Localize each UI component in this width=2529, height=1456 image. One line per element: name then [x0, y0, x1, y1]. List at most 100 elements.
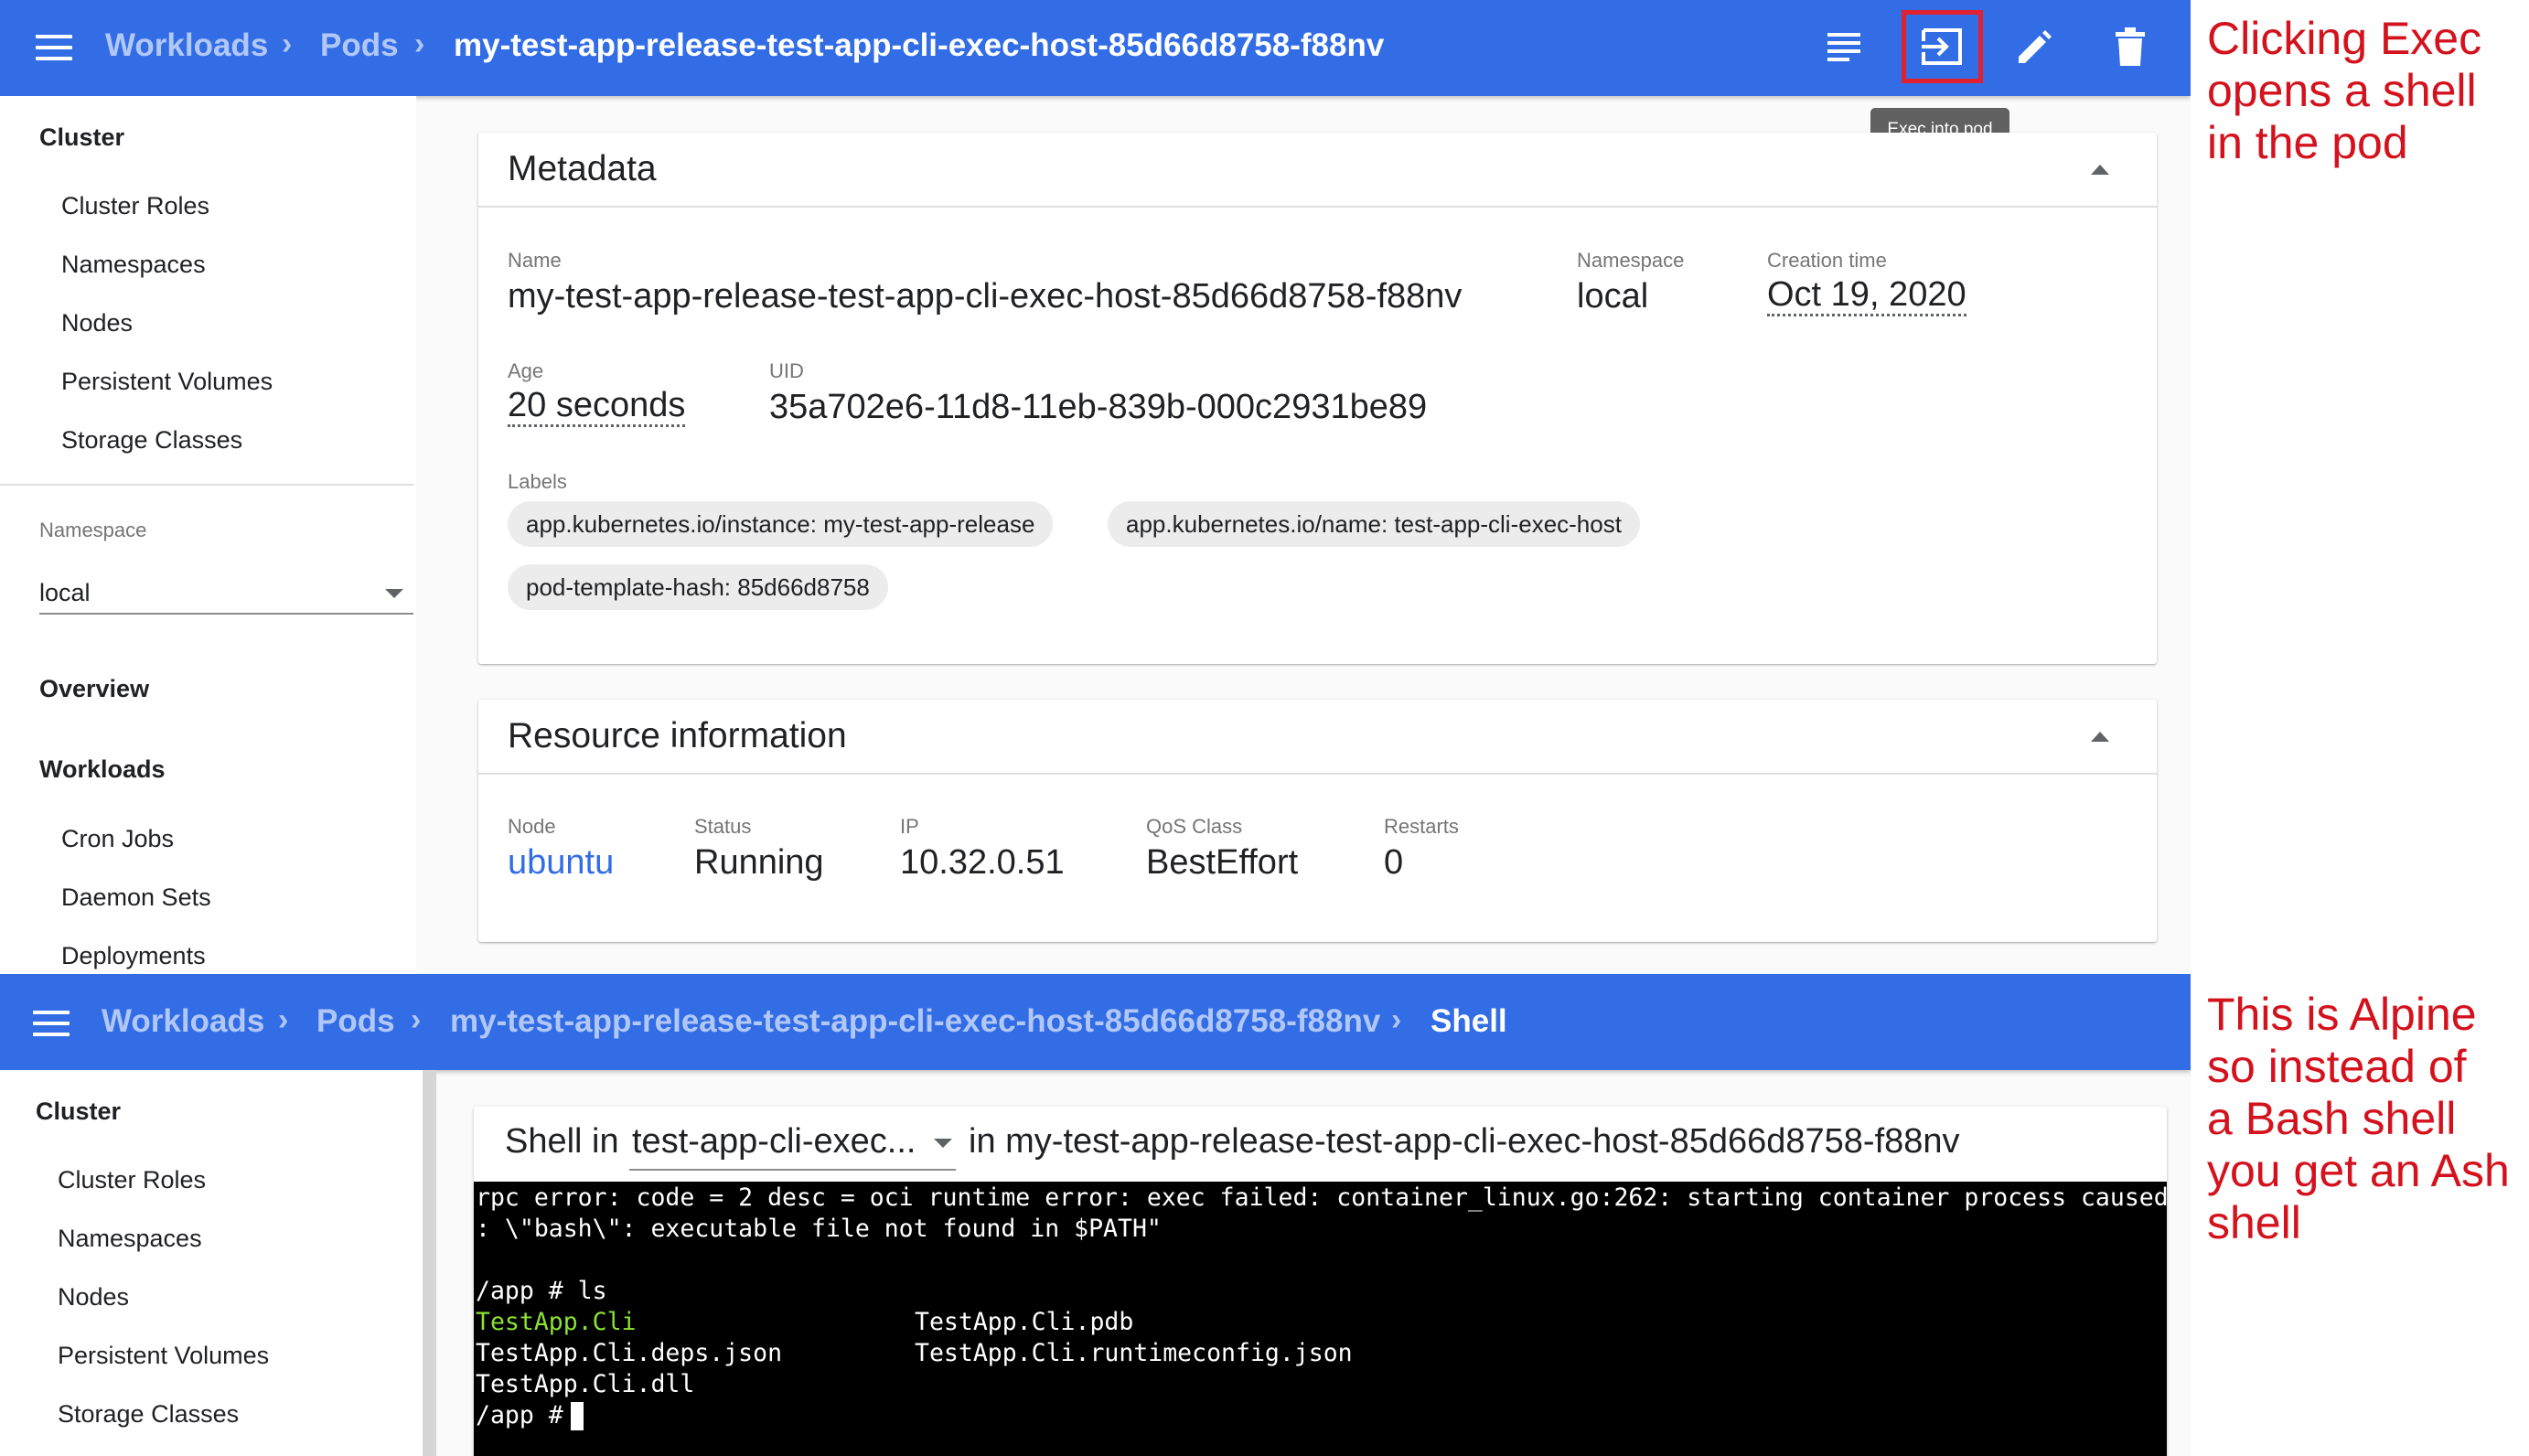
sidebar-heading-workloads[interactable]: Workloads — [39, 755, 166, 784]
annotation-top: Clicking Exec opens a shell in the pod — [2207, 13, 2481, 169]
sidebar-item-storage-classes[interactable]: Storage Classes — [61, 426, 242, 455]
terminal-error-line: rpc error: code = 2 desc = oci runtime e… — [476, 1183, 2167, 1212]
creation-time-label: Creation time — [1767, 249, 1887, 272]
terminal-file: TestApp.Cli.pdb — [915, 1308, 1134, 1336]
terminal-prompt: /app # — [476, 1401, 578, 1429]
breadcrumb-pods[interactable]: Pods — [316, 1003, 395, 1040]
sidebar-item-persistent-volumes[interactable]: Persistent Volumes — [61, 368, 273, 396]
shell-title-suffix: in my-test-app-release-test-app-cli-exec… — [969, 1122, 1960, 1161]
dropdown-arrow-icon — [385, 589, 403, 598]
terminal[interactable]: rpc error: code = 2 desc = oci runtime e… — [474, 1182, 2167, 1456]
restarts-label: Restarts — [1384, 815, 1459, 838]
exec-highlight-box — [1902, 10, 1983, 83]
sidebar-heading-cluster[interactable]: Cluster — [39, 123, 124, 152]
sidebar-item-storage-classes[interactable]: Storage Classes — [58, 1400, 239, 1429]
delete-icon[interactable] — [2116, 27, 2145, 66]
terminal-file: TestApp.Cli.deps.json — [476, 1339, 783, 1367]
namespace-selector[interactable]: local — [39, 567, 413, 615]
label-chip: app.kubernetes.io/name: test-app-cli-exe… — [1108, 501, 1640, 547]
ip-value: 10.32.0.51 — [900, 843, 1065, 882]
annotation-line: opens a shell — [2207, 65, 2477, 116]
metadata-card: Metadata Name my-test-app-release-test-a… — [478, 133, 2157, 664]
sidebar-heading-cluster[interactable]: Cluster — [36, 1097, 121, 1126]
labels-label: Labels — [508, 470, 567, 493]
namespace-label: Namespace — [1577, 249, 1685, 272]
card-divider — [478, 206, 2157, 208]
resource-card-title: Resource information — [508, 716, 847, 755]
annotation-line: This is Alpine — [2207, 989, 2477, 1040]
top-toolbar: Workloads › Pods › my-test-app-release-t… — [0, 0, 2191, 96]
metadata-card-title: Metadata — [508, 149, 657, 188]
chevron-right-icon: › — [414, 27, 425, 61]
sidebar-item-cluster-roles[interactable]: Cluster Roles — [61, 192, 209, 220]
shell-title-prefix: Shell in — [505, 1122, 619, 1161]
qos-class-value: BestEffort — [1146, 843, 1299, 882]
annotation-line: a Bash shell — [2207, 1093, 2457, 1144]
menu-icon[interactable] — [36, 35, 72, 60]
terminal-error-line: : \"bash\": executable file not found in… — [476, 1215, 1162, 1243]
sidebar-item-overview[interactable]: Overview — [39, 675, 149, 703]
container-select[interactable]: test-app-cli-exec... — [629, 1114, 956, 1171]
status-value: Running — [694, 843, 824, 882]
annotation-line: shell — [2207, 1197, 2301, 1248]
edit-icon[interactable] — [2016, 29, 2052, 66]
dropdown-arrow-icon — [934, 1139, 952, 1148]
sidebar-item-cron-jobs[interactable]: Cron Jobs — [61, 825, 174, 853]
uid-label: UID — [769, 359, 804, 382]
ip-label: IP — [900, 815, 919, 838]
chevron-right-icon: › — [278, 1002, 289, 1037]
terminal-command-line: /app # ls — [476, 1277, 607, 1305]
sidebar-divider — [0, 484, 413, 486]
annotation-line: in the pod — [2207, 117, 2408, 168]
sidebar: Cluster Cluster Roles Namespaces Nodes P… — [0, 1070, 423, 1456]
chevron-right-icon: › — [282, 27, 293, 61]
breadcrumb-pods[interactable]: Pods — [320, 27, 399, 64]
namespace-selector-value: local — [39, 579, 91, 606]
sidebar-item-persistent-volumes[interactable]: Persistent Volumes — [58, 1342, 269, 1370]
breadcrumb-workloads[interactable]: Workloads — [102, 1003, 264, 1040]
terminal-file: TestApp.Cli.dll — [476, 1370, 695, 1398]
pod-shell-view: Workloads › Pods › my-test-app-release-t… — [0, 974, 2191, 1456]
namespace-selector-label: Namespace — [39, 519, 147, 541]
collapse-icon[interactable] — [2091, 732, 2109, 742]
namespace-value: local — [1577, 277, 1649, 316]
sidebar-item-namespaces[interactable]: Namespaces — [58, 1225, 202, 1253]
sidebar-scrollbar[interactable] — [423, 1070, 436, 1456]
sidebar-item-deployments[interactable]: Deployments — [61, 942, 206, 970]
sidebar-item-daemon-sets[interactable]: Daemon Sets — [61, 883, 211, 912]
sidebar-item-nodes[interactable]: Nodes — [58, 1283, 129, 1311]
terminal-cursor — [571, 1402, 584, 1430]
card-divider — [478, 773, 2157, 775]
label-chip: pod-template-hash: 85d66d8758 — [508, 564, 888, 610]
chevron-right-icon: › — [411, 1002, 422, 1037]
menu-icon[interactable] — [33, 1011, 70, 1036]
sidebar: Cluster Cluster Roles Namespaces Nodes P… — [0, 96, 416, 974]
collapse-icon[interactable] — [2091, 165, 2109, 175]
age-label: Age — [508, 359, 544, 382]
chevron-right-icon: › — [1391, 1002, 1402, 1037]
name-label: Name — [508, 249, 562, 272]
annotation-line: so instead of — [2207, 1041, 2467, 1092]
node-label: Node — [508, 815, 556, 838]
restarts-value: 0 — [1384, 843, 1404, 882]
sidebar-item-cluster-roles[interactable]: Cluster Roles — [58, 1166, 206, 1194]
terminal-file: TestApp.Cli.runtimeconfig.json — [915, 1339, 1353, 1367]
annotation-bottom: This is Alpine so instead of a Bash shel… — [2207, 989, 2510, 1249]
logs-icon[interactable] — [1827, 31, 1861, 62]
annotation-line: you get an Ash — [2207, 1145, 2510, 1196]
top-toolbar: Workloads › Pods › my-test-app-release-t… — [0, 974, 2191, 1070]
sidebar-item-nodes[interactable]: Nodes — [61, 309, 133, 337]
breadcrumb-shell: Shell — [1431, 1003, 1507, 1039]
breadcrumb-workloads[interactable]: Workloads — [105, 27, 268, 64]
pod-name-value: my-test-app-release-test-app-cli-exec-ho… — [508, 277, 1463, 316]
terminal-file-executable: TestApp.Cli — [476, 1308, 637, 1336]
status-label: Status — [694, 815, 752, 838]
node-link[interactable]: ubuntu — [508, 843, 614, 883]
qos-class-label: QoS Class — [1146, 815, 1243, 838]
breadcrumb-pod-name[interactable]: my-test-app-release-test-app-cli-exec-ho… — [450, 1003, 1380, 1040]
annotation-line: Clicking Exec — [2207, 13, 2482, 64]
age-value: 20 seconds — [508, 387, 686, 427]
breadcrumb-pod-name: my-test-app-release-test-app-cli-exec-ho… — [454, 27, 1385, 63]
sidebar-item-namespaces[interactable]: Namespaces — [61, 251, 206, 279]
pod-details-view: Workloads › Pods › my-test-app-release-t… — [0, 0, 2191, 974]
